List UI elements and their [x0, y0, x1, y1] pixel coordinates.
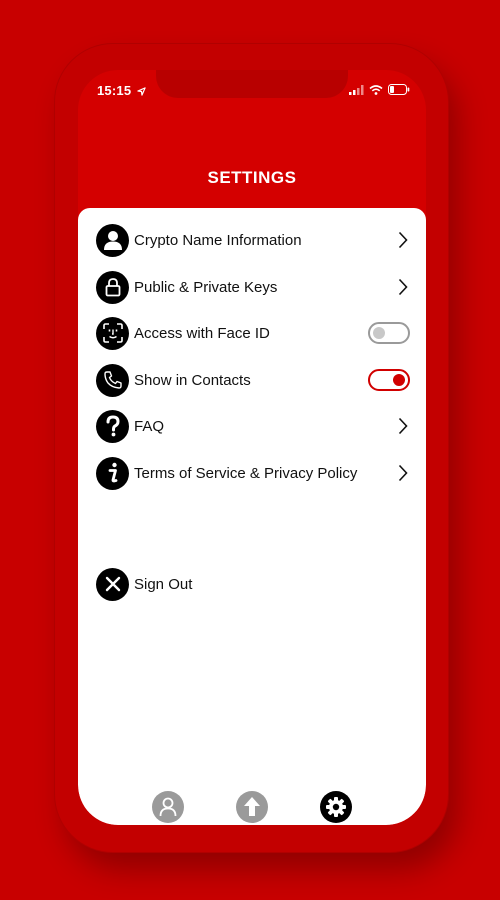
toggle-knob: [373, 327, 385, 339]
settings-item-face-id: Access with Face ID: [96, 315, 410, 351]
status-time: 15:15: [97, 83, 146, 98]
face-id-icon: [96, 316, 129, 350]
settings-item-terms[interactable]: Terms of Service & Privacy Policy: [96, 455, 410, 491]
question-icon: [96, 409, 129, 443]
screen: 15:15 SETTINGS Crypto Name Information P…: [78, 70, 426, 825]
settings-item-label: FAQ: [134, 417, 165, 435]
person-icon: [96, 223, 129, 257]
contacts-toggle[interactable]: [368, 369, 410, 391]
lock-icon: [96, 270, 129, 304]
tab-upload[interactable]: [236, 791, 268, 823]
close-icon: [96, 567, 129, 601]
settings-item-label: Crypto Name Information: [134, 231, 302, 249]
tab-settings[interactable]: [320, 791, 352, 823]
settings-item-label: Access with Face ID: [134, 324, 270, 342]
settings-item-keys[interactable]: Public & Private Keys: [96, 269, 410, 305]
settings-item-label: Public & Private Keys: [134, 278, 278, 296]
sign-out-button[interactable]: Sign Out: [96, 566, 410, 602]
phone-frame: 15:15 SETTINGS Crypto Name Information P…: [55, 44, 448, 852]
settings-item-faq[interactable]: FAQ: [96, 408, 410, 444]
location-arrow-icon: [137, 87, 146, 96]
settings-item-label: Terms of Service & Privacy Policy: [134, 464, 358, 482]
arrow-up-icon: [244, 797, 260, 816]
settings-item-contacts: Show in Contacts: [96, 362, 410, 398]
settings-item-label: Show in Contacts: [134, 371, 251, 389]
chevron-right-icon: [396, 416, 410, 436]
battery-icon: [388, 84, 410, 95]
toggle-knob: [393, 374, 405, 386]
chevron-right-icon: [396, 277, 410, 297]
face-id-toggle[interactable]: [368, 322, 410, 344]
sign-out-label: Sign Out: [134, 575, 193, 593]
page-title: SETTINGS: [207, 168, 297, 187]
settings-item-crypto-name[interactable]: Crypto Name Information: [96, 222, 410, 258]
chevron-right-icon: [396, 230, 410, 250]
chevron-right-icon: [396, 463, 410, 483]
tab-profile[interactable]: [152, 791, 184, 823]
phone-icon: [96, 363, 129, 397]
info-icon: [96, 456, 129, 490]
gear-icon: [326, 797, 346, 817]
wifi-icon: [369, 84, 383, 95]
notch: [156, 70, 348, 98]
settings-sheet: Crypto Name Information Public & Private…: [78, 208, 426, 825]
signal-icon: [349, 84, 364, 95]
status-icons: [349, 84, 410, 95]
person-icon: [159, 797, 177, 817]
tab-bar: [78, 791, 426, 825]
status-time-text: 15:15: [97, 83, 132, 98]
